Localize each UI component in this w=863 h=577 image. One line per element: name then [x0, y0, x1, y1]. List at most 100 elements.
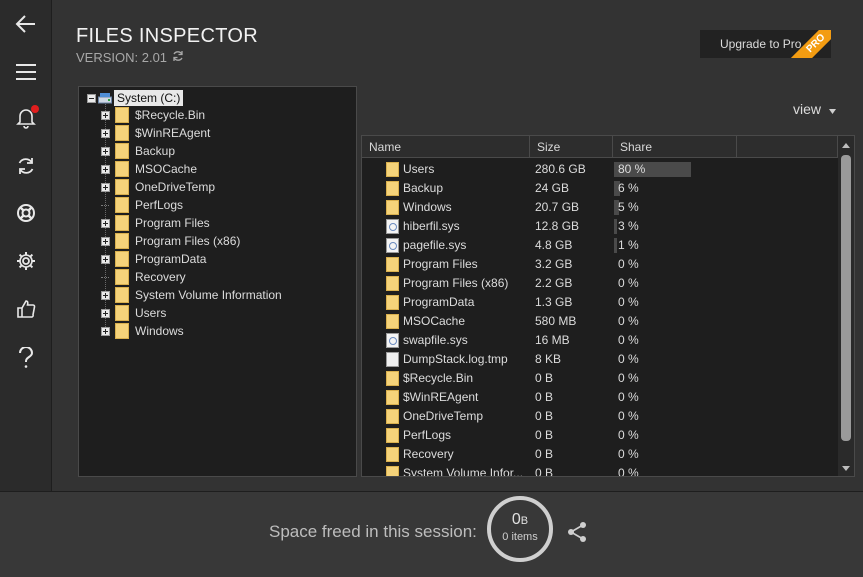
- expand-toggle[interactable]: [101, 110, 110, 120]
- scroll-up-button[interactable]: [838, 138, 854, 154]
- share-bar: 0 %: [614, 276, 710, 291]
- expand-toggle[interactable]: [101, 254, 110, 264]
- table-row[interactable]: ProgramData 1.3 GB 0 %: [362, 293, 838, 312]
- back-button[interactable]: [0, 2, 52, 46]
- table-row[interactable]: Windows 20.7 GB 5 %: [362, 198, 838, 217]
- scroll-down-button[interactable]: [838, 460, 854, 476]
- scroll-thumb[interactable]: [841, 155, 851, 441]
- folder-icon: [115, 323, 129, 339]
- expand-toggle[interactable]: [101, 218, 110, 228]
- column-header-size[interactable]: Size: [530, 136, 613, 158]
- share-bar: 0 %: [614, 466, 710, 476]
- tree-root[interactable]: System (C:): [87, 89, 184, 107]
- tree-item[interactable]: Recovery: [101, 268, 186, 286]
- folder-icon: [386, 447, 399, 462]
- tree-item[interactable]: $Recycle.Bin: [101, 106, 205, 124]
- tree-item[interactable]: System Volume Information: [101, 286, 282, 304]
- expand-toggle[interactable]: [101, 128, 110, 138]
- table-row[interactable]: pagefile.sys 4.8 GB 1 %: [362, 236, 838, 255]
- tree-item[interactable]: Program Files (x86): [101, 232, 240, 250]
- view-dropdown[interactable]: view: [793, 101, 837, 117]
- view-label: view: [793, 101, 822, 117]
- file-icon: [386, 219, 399, 234]
- tree-root-label[interactable]: System (C:): [114, 90, 184, 106]
- row-share: 5 %: [618, 200, 639, 214]
- expand-toggle[interactable]: [101, 146, 110, 156]
- footer: Space freed in this session: 0B 0 items: [0, 491, 863, 577]
- share-bar: 6 %: [614, 181, 710, 196]
- tree-item[interactable]: Program Files: [101, 214, 210, 232]
- expand-toggle[interactable]: [101, 290, 110, 300]
- share-bar: 0 %: [614, 390, 710, 405]
- row-size: 0 B: [535, 409, 554, 423]
- table-row[interactable]: DumpStack.log.tmp 8 KB 0 %: [362, 350, 838, 369]
- settings-button[interactable]: [0, 239, 52, 283]
- expand-toggle[interactable]: [101, 182, 110, 192]
- chevron-down-icon: [829, 101, 837, 117]
- support-button[interactable]: [0, 191, 52, 235]
- tree-item-label: Recovery: [135, 270, 186, 284]
- share-bar: 0 %: [614, 314, 710, 329]
- tree-item[interactable]: ProgramData: [101, 250, 206, 268]
- upgrade-to-pro-button[interactable]: Upgrade to Pro PRO: [700, 30, 831, 58]
- share-bar: 1 %: [614, 238, 710, 253]
- table-row[interactable]: OneDriveTemp 0 B 0 %: [362, 407, 838, 426]
- table-row[interactable]: Backup 24 GB 6 %: [362, 179, 838, 198]
- table-row[interactable]: swapfile.sys 16 MB 0 %: [362, 331, 838, 350]
- notifications-button[interactable]: [0, 96, 52, 140]
- share-bar: 3 %: [614, 219, 710, 234]
- tree-item-label: PerfLogs: [135, 198, 184, 212]
- row-name: Program Files: [403, 257, 478, 271]
- tree-item[interactable]: Users: [101, 304, 166, 322]
- table-row[interactable]: Users 280.6 GB 80 %: [362, 160, 838, 179]
- table-row[interactable]: Recovery 0 B 0 %: [362, 445, 838, 464]
- row-name: Recovery: [403, 447, 454, 461]
- check-update-icon[interactable]: [172, 50, 184, 65]
- table-row[interactable]: hiberfil.sys 12.8 GB 3 %: [362, 217, 838, 236]
- expand-toggle[interactable]: [101, 326, 110, 336]
- refresh-button[interactable]: [0, 144, 52, 188]
- row-share: 0 %: [618, 276, 639, 290]
- table-row[interactable]: MSOCache 580 MB 0 %: [362, 312, 838, 331]
- share-bar: 0 %: [614, 352, 710, 367]
- table-row[interactable]: Program Files (x86) 2.2 GB 0 %: [362, 274, 838, 293]
- tree-connector: [101, 273, 110, 282]
- tree-item[interactable]: OneDriveTemp: [101, 178, 215, 196]
- share-icon[interactable]: [566, 521, 588, 548]
- tree-item[interactable]: MSOCache: [101, 160, 197, 178]
- folder-icon: [115, 215, 129, 231]
- row-share: 3 %: [618, 219, 639, 233]
- gear-icon: [16, 251, 36, 271]
- column-header-name[interactable]: Name: [362, 136, 530, 158]
- rate-button[interactable]: [0, 287, 52, 331]
- tree-item[interactable]: Windows: [101, 322, 184, 340]
- tree-item[interactable]: PerfLogs: [101, 196, 183, 214]
- row-name: MSOCache: [403, 314, 466, 328]
- scrollbar[interactable]: [838, 136, 854, 476]
- folder-icon: [386, 409, 399, 424]
- folder-icon: [386, 371, 399, 386]
- column-header-share[interactable]: Share: [613, 136, 737, 158]
- table-row[interactable]: PerfLogs 0 B 0 %: [362, 426, 838, 445]
- table-row[interactable]: Program Files 3.2 GB 0 %: [362, 255, 838, 274]
- tree-item[interactable]: Backup: [101, 142, 175, 160]
- row-share: 80 %: [618, 162, 646, 176]
- space-freed-indicator: 0B 0 items: [487, 496, 553, 562]
- folder-icon: [115, 107, 129, 123]
- table-row[interactable]: $Recycle.Bin 0 B 0 %: [362, 369, 838, 388]
- table-row[interactable]: $WinREAgent 0 B 0 %: [362, 388, 838, 407]
- menu-button[interactable]: [0, 50, 52, 94]
- expand-toggle[interactable]: [101, 164, 110, 174]
- folder-tree[interactable]: System (C:) $Recycle.Bin $WinREAgent Backu…: [78, 86, 357, 477]
- collapse-toggle[interactable]: [87, 93, 96, 103]
- file-list[interactable]: Name Size Share Users 280.6 GB 80 % Backup 2…: [361, 135, 855, 477]
- tree-item[interactable]: $WinREAgent: [101, 124, 210, 142]
- row-size: 8 KB: [535, 352, 562, 366]
- help-button[interactable]: [0, 336, 52, 380]
- folder-icon: [115, 197, 129, 213]
- row-size: 0 B: [535, 371, 554, 385]
- folder-icon: [386, 200, 399, 215]
- expand-toggle[interactable]: [101, 308, 110, 318]
- expand-toggle[interactable]: [101, 236, 110, 246]
- table-row[interactable]: System Volume Infor... 0 B 0 %: [362, 464, 838, 476]
